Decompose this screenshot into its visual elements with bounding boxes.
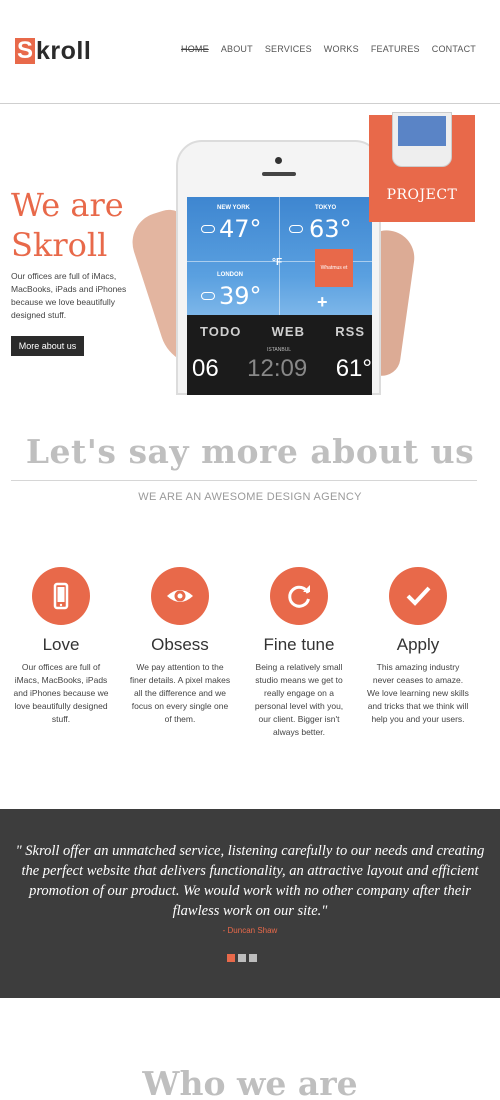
- nav-about[interactable]: ABOUT: [221, 44, 253, 54]
- phone-camera: [275, 157, 282, 164]
- screen-band-time: 06 12:09 61°: [192, 355, 372, 383]
- weather-temp-london: 39°: [219, 282, 262, 310]
- band-word: TODO: [200, 324, 242, 339]
- testimonial-author: - Duncan Shaw: [222, 926, 278, 935]
- hero-title: We are Skroll: [11, 185, 124, 265]
- feature-title: Apply: [396, 635, 440, 654]
- hero-title-line1: We are: [11, 186, 124, 224]
- nav-features[interactable]: FEATURES: [371, 44, 420, 54]
- feature-apply: Apply This amazing industry never ceases…: [359, 567, 477, 726]
- feature-title: Obsess: [151, 635, 209, 654]
- testimonial-quote: " Skroll offer an unmatched service, lis…: [15, 843, 485, 919]
- band-city: ISTANBUL: [267, 347, 292, 353]
- about-subtitle: WE ARE AN AWESOME DESIGN AGENCY: [138, 491, 362, 503]
- weather-city-tokyo: TOKYO: [315, 205, 337, 211]
- logo-letter: S: [15, 37, 35, 64]
- cloud-icon: [201, 225, 215, 233]
- feature-text: This amazing industry never ceases to am…: [367, 662, 469, 724]
- pager-dot-3[interactable]: [249, 954, 257, 962]
- main-nav: HOME ABOUT SERVICES WORKS FEATURES CONTA…: [181, 44, 476, 54]
- feature-obsess: Obsess We pay attention to the finer det…: [121, 567, 239, 726]
- cloud-icon: [289, 225, 303, 233]
- weather-temp-tokyo: 63°: [309, 215, 352, 243]
- band-time-mid: 12:09: [247, 355, 308, 382]
- pager-dot-2[interactable]: [238, 954, 246, 962]
- testimonial-section: " Skroll offer an unmatched service, lis…: [0, 809, 500, 998]
- weather-temp-ny: 47°: [219, 215, 262, 243]
- mini-phone-screen: [398, 116, 446, 146]
- testimonial-pager: [227, 954, 257, 962]
- phone-speaker: [262, 172, 296, 176]
- eye-icon: [151, 567, 209, 625]
- hero-description: Our offices are full of iMacs, MacBooks,…: [11, 271, 127, 320]
- pager-dot-1[interactable]: [227, 954, 235, 962]
- band-word: RSS: [335, 324, 365, 339]
- about-title: Let's say more about us: [25, 432, 475, 471]
- nav-contact[interactable]: CONTACT: [432, 44, 476, 54]
- feature-text: Being a relatively small studio means we…: [254, 662, 344, 737]
- about-divider: [11, 480, 477, 481]
- weather-city-london: LONDON: [217, 272, 243, 278]
- hero-phone-image: NEW YORK 47° TOKYO 63° °F LONDON 39° Wha…: [124, 135, 418, 395]
- nav-works[interactable]: WORKS: [324, 44, 359, 54]
- logo[interactable]: S kroll: [15, 36, 91, 66]
- feature-text: Our offices are full of iMacs, MacBooks,…: [13, 662, 109, 724]
- band-time-left: 06: [192, 355, 219, 382]
- feature-text: We pay attention to the finer details. A…: [129, 662, 231, 724]
- feature-title: Love: [42, 635, 80, 654]
- cloud-icon: [201, 292, 215, 300]
- feature-love: Love Our offices are full of iMacs, MacB…: [2, 567, 120, 726]
- hero-section: We are Skroll Our offices are full of iM…: [0, 112, 500, 395]
- weather-unit: °F: [272, 257, 283, 268]
- band-time-right: 61°: [335, 355, 372, 382]
- mini-phone-image: [392, 112, 452, 167]
- band-word: WEB: [271, 324, 305, 339]
- feature-fine-tune: Fine tune Being a relatively small studi…: [240, 567, 358, 739]
- who-we-are-title: Who we are: [142, 1064, 358, 1100]
- refresh-icon: [270, 567, 328, 625]
- feature-title: Fine tune: [263, 635, 335, 654]
- smartphone-icon: [32, 567, 90, 625]
- nav-services[interactable]: SERVICES: [265, 44, 312, 54]
- weather-city-ny: NEW YORK: [217, 205, 250, 211]
- more-about-us-button[interactable]: More about us: [11, 336, 84, 356]
- nav-home[interactable]: HOME: [181, 44, 209, 54]
- phone-screen: NEW YORK 47° TOKYO 63° °F LONDON 39° Wha…: [187, 197, 372, 395]
- project-tile[interactable]: PROJECT: [369, 112, 475, 222]
- checkmark-icon: [389, 567, 447, 625]
- phone-device: NEW YORK 47° TOKYO 63° °F LONDON 39° Wha…: [176, 140, 381, 395]
- logo-text: kroll: [36, 36, 92, 65]
- project-label: PROJECT: [386, 187, 458, 203]
- screen-band-words: TODO WEB RSS: [200, 324, 365, 339]
- hero-title-line2: Skroll: [11, 226, 108, 264]
- site-header: S kroll HOME ABOUT SERVICES WORKS FEATUR…: [0, 0, 500, 104]
- plus-icon: +: [317, 292, 328, 312]
- screen-tile: Whatmus et: [315, 249, 353, 287]
